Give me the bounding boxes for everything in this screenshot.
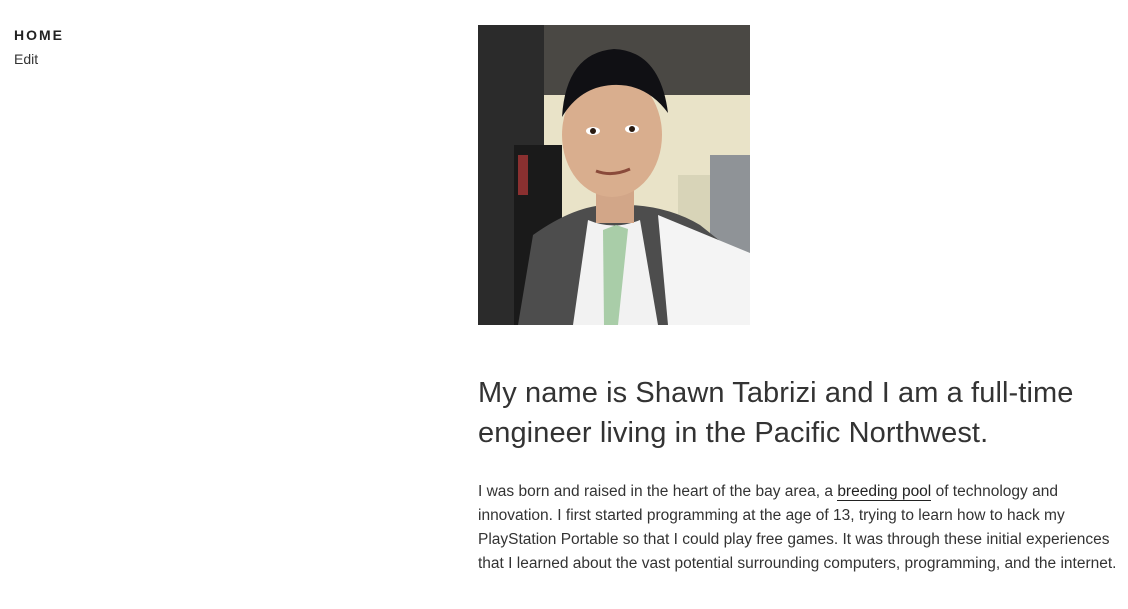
sidebar: HOME Edit [14, 26, 64, 67]
page-title: HOME [14, 27, 64, 43]
breeding-pool-link[interactable]: breeding pool [837, 483, 932, 501]
main-content: My name is Shawn Tabrizi and I am a full… [478, 25, 1118, 576]
intro-text-start: I was born and raised in the heart of th… [478, 483, 838, 500]
intro-paragraph: I was born and raised in the heart of th… [478, 480, 1118, 576]
profile-photo [478, 25, 750, 325]
edit-link[interactable]: Edit [14, 51, 64, 67]
intro-headline: My name is Shawn Tabrizi and I am a full… [478, 377, 1074, 449]
